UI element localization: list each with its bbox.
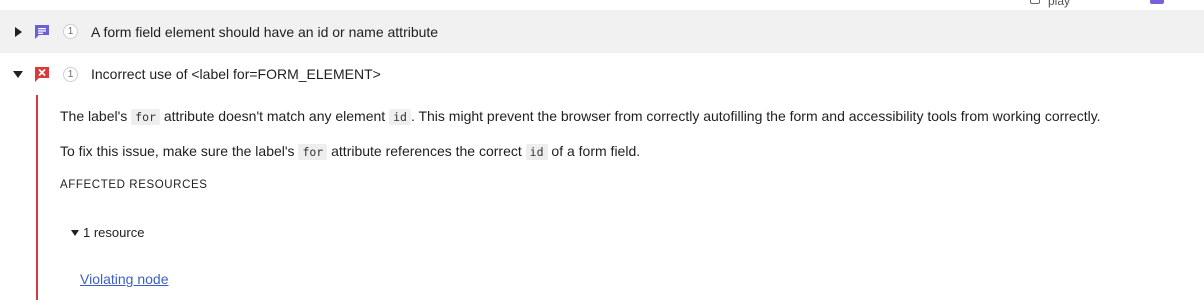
code-id: id xyxy=(389,109,411,125)
issues-panel: play 1 A form field element should have … xyxy=(0,0,1204,300)
issue-row-label-for[interactable]: 1 Incorrect use of <label for=FORM_ELEME… xyxy=(0,53,1204,95)
top-toolbar-fragment: play xyxy=(0,0,1204,8)
message-icon xyxy=(33,23,51,41)
issue-title: A form field element should have an id o… xyxy=(91,23,439,40)
resource-count-label: 1 resource xyxy=(83,225,145,240)
description-text: The label's xyxy=(60,108,132,124)
issue-fix-description: To fix this issue, make sure the label's… xyxy=(60,142,640,161)
fix-text: attribute references the correct xyxy=(327,143,526,159)
issue-title: Incorrect use of <label for=FORM_ELEMENT… xyxy=(91,66,381,82)
issue-details: The label's for attribute doesn't match … xyxy=(36,95,1204,300)
code-id: id xyxy=(525,144,548,160)
toolbar-label-fragment: play xyxy=(1048,0,1071,8)
violating-node-link[interactable]: Violating node xyxy=(80,271,168,287)
issue-count-badge: 1 xyxy=(63,66,78,82)
affected-resources-heading: AFFECTED RESOURCES xyxy=(60,179,208,191)
description-text: . This might prevent the browser from co… xyxy=(410,108,1101,124)
fix-text: of a form field. xyxy=(547,143,641,159)
checkbox-icon[interactable] xyxy=(1030,0,1040,4)
code-for: for xyxy=(298,144,328,160)
code-for: for xyxy=(131,109,160,125)
resource-count-toggle[interactable]: 1 resource xyxy=(71,225,144,240)
issue-description: The label's for attribute doesn't match … xyxy=(60,107,1101,126)
issue-count-badge: 1 xyxy=(63,24,78,39)
fix-text: To fix this issue, make sure the label's xyxy=(60,143,299,159)
description-text: attribute doesn't match any element xyxy=(159,108,390,124)
settings-icon[interactable] xyxy=(1150,0,1164,4)
collapse-arrow-icon[interactable] xyxy=(13,68,23,80)
issue-row-form-field-id[interactable]: 1 A form field element should have an id… xyxy=(0,10,1204,53)
collapse-arrow-icon xyxy=(71,229,79,236)
expand-arrow-icon[interactable] xyxy=(13,26,23,38)
error-icon xyxy=(33,65,51,83)
